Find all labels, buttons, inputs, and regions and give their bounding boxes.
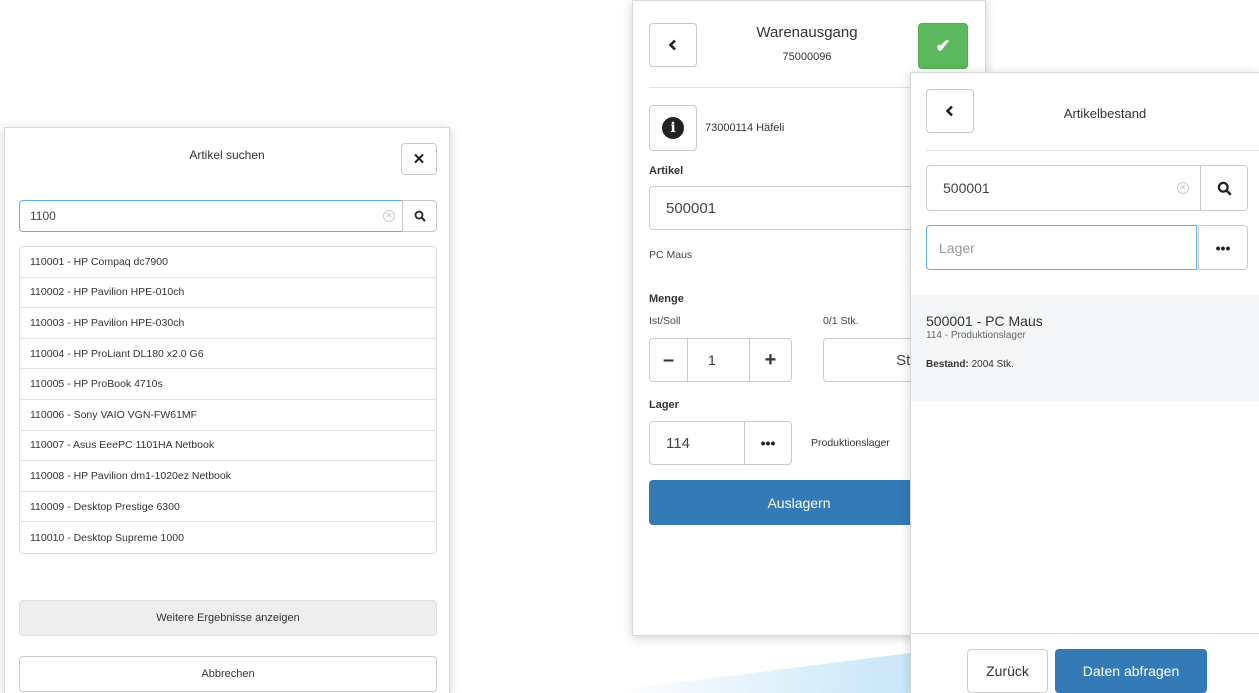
stock-label: Bestand: <box>926 359 969 370</box>
result-location: 114 - Produktionslager <box>926 330 1026 341</box>
search-value: 500001 <box>943 180 990 196</box>
lager-name: Produktionslager <box>811 437 890 449</box>
quantity-stepper: – 1 + <box>649 338 792 382</box>
lager-value: 114 <box>666 434 690 452</box>
ist-soll-label: Ist/Soll <box>649 315 681 327</box>
zurueck-button[interactable]: Zurück <box>967 649 1048 693</box>
check-icon: ✔ <box>935 35 951 56</box>
article-search-dialog: Artikel suchen ✕ 1100 ✕ 110001 - HP Comp… <box>4 127 450 693</box>
list-item[interactable]: 110007 - Asus EeePC 1101HA Netbook <box>20 431 436 462</box>
list-item[interactable]: 110010 - Desktop Supreme 1000 <box>20 522 436 553</box>
info-button[interactable]: i <box>649 105 697 151</box>
list-item[interactable]: 110006 - Sony VAIO VGN-FW61MF <box>20 400 436 431</box>
search-button[interactable] <box>402 200 437 232</box>
clear-icon[interactable]: ✕ <box>1177 182 1189 194</box>
more-icon: ••• <box>760 435 776 451</box>
close-button[interactable]: ✕ <box>401 143 437 175</box>
stock-value: 2004 Stk. <box>971 359 1014 370</box>
stock-lookup-panel: Artikelbestand 500001 ✕ Lager ••• 500001… <box>910 72 1259 693</box>
list-item[interactable]: 110002 - HP Pavilion HPE-010ch <box>20 278 436 309</box>
lager-browse-button[interactable]: ••• <box>744 421 792 465</box>
lager-placeholder: Lager <box>939 239 975 256</box>
search-results-list: 110001 - HP Compaq dc7900 110002 - HP Pa… <box>19 246 437 554</box>
show-more-button[interactable]: Weitere Ergebnisse anzeigen <box>19 600 437 636</box>
result-title: 500001 - PC Maus <box>926 313 1043 329</box>
menge-label: Menge <box>649 293 684 305</box>
article-search-input[interactable]: 500001 ✕ <box>926 165 1201 211</box>
lager-browse-button[interactable]: ••• <box>1198 225 1248 270</box>
artikel-name: PC Maus <box>649 249 693 261</box>
more-icon: ••• <box>1215 239 1231 256</box>
divider <box>926 150 1259 151</box>
result-stock: Bestand: 2004 Stk. <box>926 359 1259 370</box>
info-icon: i <box>662 117 684 139</box>
list-item[interactable]: 110004 - HP ProLiant DL180 x2.0 G6 <box>20 339 436 370</box>
divider <box>911 633 1259 634</box>
ist-soll-value: 0/1 Stk. <box>823 315 859 327</box>
customer-label: 73000114 Häfeli <box>705 122 785 134</box>
list-item[interactable]: 110005 - HP ProBook 4710s <box>20 369 436 400</box>
search-value: 1100 <box>30 209 56 223</box>
decrement-button[interactable]: – <box>650 339 688 381</box>
lager-label: Lager <box>649 399 679 411</box>
artikel-label: Artikel <box>649 165 684 177</box>
clear-icon[interactable]: ✕ <box>383 210 395 222</box>
lager-input[interactable]: 114 <box>649 421 745 465</box>
query-data-button[interactable]: Daten abfragen <box>1055 649 1207 693</box>
artikel-input[interactable]: 500001 <box>649 186 949 230</box>
page-title: Artikelbestand <box>1063 106 1147 121</box>
search-icon <box>1217 181 1232 196</box>
confirm-button[interactable]: ✔ <box>918 23 968 69</box>
cancel-button[interactable]: Abbrechen <box>19 656 437 692</box>
dialog-title: Artikel suchen <box>189 148 265 162</box>
lager-input[interactable]: Lager <box>926 225 1197 270</box>
increment-button[interactable]: + <box>749 339 791 381</box>
artikel-value: 500001 <box>666 199 717 217</box>
list-item[interactable]: 110001 - HP Compaq dc7900 <box>20 247 436 278</box>
list-item[interactable]: 110009 - Desktop Prestige 6300 <box>20 492 436 523</box>
stock-result-item[interactable]: 500001 - PC Maus 114 - Produktionslager … <box>911 295 1259 402</box>
search-button[interactable] <box>1200 165 1248 211</box>
quantity-field[interactable]: 1 <box>688 339 749 381</box>
list-item[interactable]: 110008 - HP Pavilion dm1-1020ez Netbook <box>20 461 436 492</box>
auslagern-button[interactable]: Auslagern <box>649 480 949 525</box>
list-item[interactable]: 110003 - HP Pavilion HPE-030ch <box>20 308 436 339</box>
close-icon: ✕ <box>412 151 426 168</box>
search-icon <box>414 210 426 222</box>
article-search-input[interactable]: 1100 ✕ <box>19 200 403 232</box>
